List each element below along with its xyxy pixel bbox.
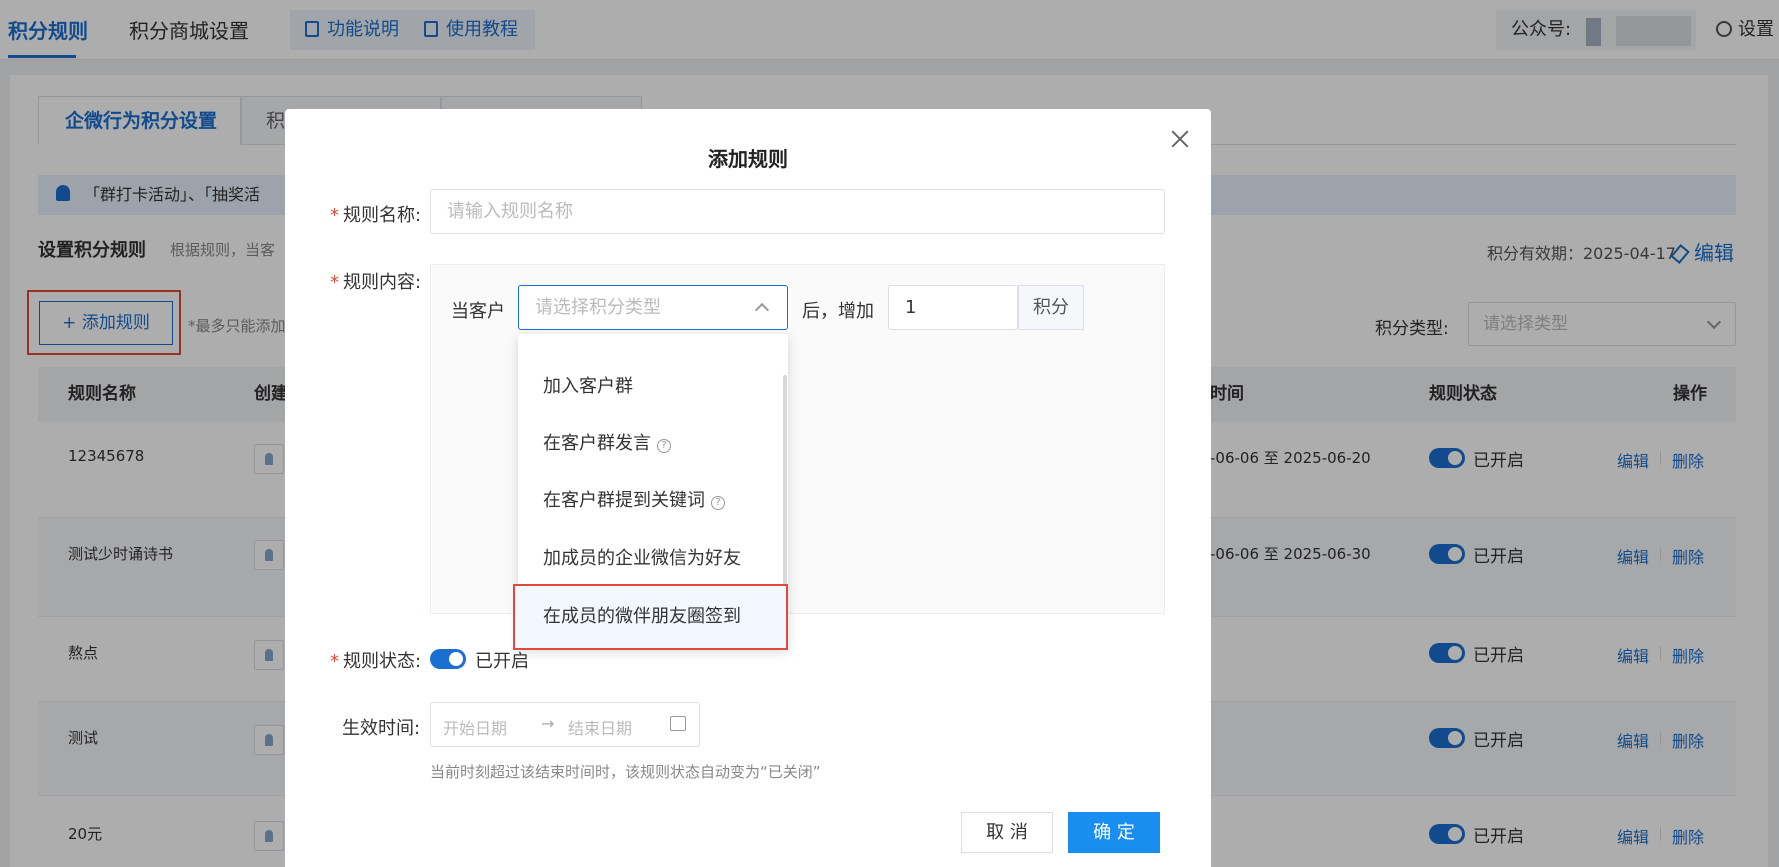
- rule-status-label-text: 规则状态:: [343, 651, 422, 672]
- rule-status-value: 已开启: [475, 651, 529, 672]
- when-customer-text: 当客户: [451, 301, 505, 322]
- chevron-up-icon: [754, 302, 770, 318]
- points-unit: 积分: [1018, 285, 1084, 330]
- rule-content-label: * 规则内容:: [330, 272, 422, 293]
- help-icon: ?: [657, 439, 671, 453]
- points-amount-input[interactable]: 1: [888, 285, 1018, 330]
- option-mention-keyword-label: 在客户群提到关键词: [543, 490, 705, 511]
- modal-title: 添加规则: [708, 147, 788, 171]
- effective-time-label: 生效时间:: [342, 718, 421, 739]
- rule-name-label-text: 规则名称:: [343, 205, 422, 226]
- rule-status-label: * 规则状态:: [330, 651, 422, 672]
- option-add-member-friend[interactable]: 加成员的企业微信为好友: [518, 531, 788, 587]
- option-mention-keyword[interactable]: 在客户群提到关键词?: [518, 473, 788, 529]
- option-speak-in-group-label: 在客户群发言: [543, 433, 651, 454]
- points-type-dropdown-placeholder: 请选择积分类型: [535, 297, 661, 318]
- rule-name-label: * 规则名称:: [330, 205, 422, 226]
- option-moments-checkin[interactable]: 在成员的微伴朋友圈签到: [518, 589, 788, 645]
- confirm-button[interactable]: 确 定: [1068, 812, 1160, 853]
- rule-content-label-text: 规则内容:: [343, 272, 422, 293]
- calendar-icon: [670, 716, 686, 731]
- end-date-input[interactable]: 结束日期: [568, 715, 632, 739]
- range-arrow: →: [541, 714, 555, 733]
- help-icon: ?: [711, 496, 725, 510]
- after-add-text: 后，增加: [802, 301, 874, 322]
- close-icon[interactable]: [1168, 128, 1192, 152]
- start-date-input[interactable]: 开始日期: [443, 715, 507, 739]
- option-join-group[interactable]: 加入客户群: [518, 359, 788, 415]
- rule-name-input[interactable]: 请输入规则名称: [430, 189, 1165, 234]
- rule-name-placeholder: 请输入规则名称: [447, 201, 573, 222]
- cancel-button[interactable]: 取 消: [961, 812, 1053, 853]
- effective-time-hint: 当前时刻超过该结束时间时，该规则状态自动变为“已关闭”: [430, 763, 821, 781]
- points-type-dropdown[interactable]: 请选择积分类型: [518, 285, 788, 330]
- rule-status-toggle[interactable]: [430, 649, 466, 669]
- option-speak-in-group[interactable]: 在客户群发言?: [518, 416, 788, 472]
